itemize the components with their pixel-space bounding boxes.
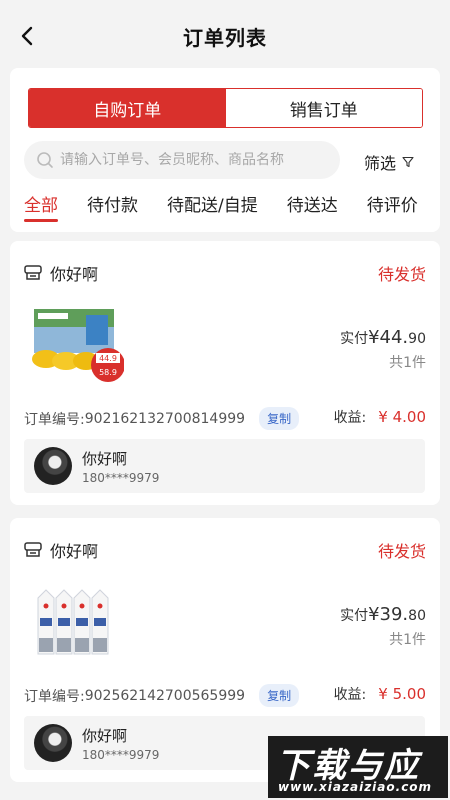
order-number-row: 订单编号: 902162132700814999 复制 xyxy=(24,407,300,430)
order-status: 待发货 xyxy=(377,265,426,284)
product-thumbnail[interactable]: 44.9 58.9 xyxy=(24,301,124,387)
income-row: 收益: ¥ 4.00 xyxy=(334,407,426,427)
store-icon xyxy=(24,542,42,557)
copy-button[interactable]: 复制 xyxy=(259,407,300,430)
filter-card: 自购订单 销售订单 筛选 全部 待付款 待配送/自提 待送达 待评价 xyxy=(10,68,440,232)
order-status: 待发货 xyxy=(377,542,426,561)
order-number-label: 订单编号: xyxy=(24,688,85,705)
product-thumbnail[interactable] xyxy=(24,578,124,664)
order-number-row: 订单编号: 902562142700565999 复制 xyxy=(24,684,300,707)
nav-bar: 订单列表 xyxy=(0,0,450,68)
thumb-price-badge-1: 44.9 xyxy=(99,354,117,363)
tab-pending-review[interactable]: 待评价 xyxy=(367,191,418,227)
filter-label: 筛选 xyxy=(364,154,397,173)
search-box[interactable] xyxy=(24,141,340,179)
shop-info: 你好啊 xyxy=(24,261,98,285)
paid-integer: 39. xyxy=(379,604,409,625)
segment-self-orders[interactable]: 自购订单 xyxy=(29,89,226,127)
paid-integer: 44. xyxy=(379,327,409,348)
order-number: 902562142700565999 xyxy=(84,687,246,704)
tab-pending-delivery[interactable]: 待配送/自提 xyxy=(167,191,258,227)
tab-pending-arrival[interactable]: 待送达 xyxy=(287,191,338,227)
paid-amount: 实付¥39.80 xyxy=(340,604,426,625)
income-label: 收益: xyxy=(333,410,367,426)
currency: ¥ xyxy=(368,327,380,348)
buyer-name: 你好啊 xyxy=(82,727,128,745)
watermark-url: www.xiazaiziao.com xyxy=(278,780,433,794)
paid-prefix: 实付 xyxy=(340,608,369,624)
buyer-name: 你好啊 xyxy=(82,450,128,468)
search-input[interactable] xyxy=(60,152,320,168)
shop-name: 你好啊 xyxy=(50,542,99,561)
income-row: 收益: ¥ 5.00 xyxy=(334,684,426,704)
buyer-phone: 180****9979 xyxy=(82,748,160,762)
income-amount: ¥ 4.00 xyxy=(378,408,426,426)
order-type-segmented-control: 自购订单 销售订单 xyxy=(28,88,423,128)
price-block: 实付¥44.90 共1件 xyxy=(340,327,426,372)
order-card[interactable]: 你好啊 待发货 44.9 58.9 实付¥44.90 共1件 订单编号: 9021… xyxy=(10,241,440,505)
page-title: 订单列表 xyxy=(183,26,267,50)
avatar xyxy=(34,447,72,485)
tab-all[interactable]: 全部 xyxy=(24,191,58,227)
avatar xyxy=(34,724,72,762)
store-icon xyxy=(24,265,42,280)
shop-info: 你好啊 xyxy=(24,538,98,562)
funnel-icon xyxy=(402,156,414,168)
item-count: 共1件 xyxy=(389,355,426,371)
paid-amount: 实付¥44.90 xyxy=(340,327,426,348)
status-tabs: 全部 待付款 待配送/自提 待送达 待评价 xyxy=(10,191,440,227)
price-block: 实付¥39.80 共1件 xyxy=(340,604,426,649)
search-icon xyxy=(37,152,53,168)
shop-name: 你好啊 xyxy=(50,265,99,284)
site-watermark: 下载与应用 www.xiazaiziao.com xyxy=(268,736,448,800)
paid-prefix: 实付 xyxy=(340,331,369,347)
thumb-price-badge-2: 58.9 xyxy=(99,368,117,377)
order-number-label: 订单编号: xyxy=(24,411,85,428)
currency: ¥ xyxy=(368,604,380,625)
tab-pending-payment[interactable]: 待付款 xyxy=(87,191,138,227)
paid-decimal: 80 xyxy=(408,608,426,624)
buyer-phone: 180****9979 xyxy=(82,471,160,485)
income-amount: ¥ 5.00 xyxy=(378,685,426,703)
item-count: 共1件 xyxy=(389,632,426,648)
filter-button[interactable]: 筛选 xyxy=(364,150,414,174)
paid-decimal: 90 xyxy=(408,331,426,347)
order-number: 902162132700814999 xyxy=(84,410,246,427)
buyer-info[interactable]: 你好啊 180****9979 xyxy=(24,439,425,493)
copy-button[interactable]: 复制 xyxy=(259,684,300,707)
income-label: 收益: xyxy=(333,687,367,703)
segment-sales-orders[interactable]: 销售订单 xyxy=(225,89,422,127)
